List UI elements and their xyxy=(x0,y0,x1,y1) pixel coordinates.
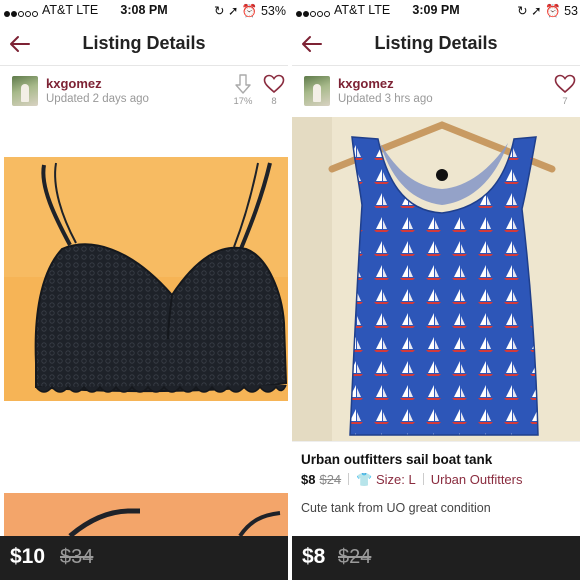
updated-time: Updated 3 hrs ago xyxy=(338,93,433,105)
meta-separator xyxy=(422,473,424,485)
page-title: Listing Details xyxy=(374,33,498,53)
listing-original-price: $24 xyxy=(319,472,342,487)
meta-separator xyxy=(348,473,350,485)
listing-photo-main[interactable] xyxy=(292,117,580,441)
status-right: ↻ ➚ ⏰ 53 xyxy=(517,3,578,19)
original-price: $34 xyxy=(60,546,94,568)
listing-details: Urban outfitters sail boat tank $8 $24 👕 S… xyxy=(292,441,580,537)
listing-price: $8 xyxy=(301,472,316,487)
price-drop-stat: 17% xyxy=(231,74,255,107)
tshirt-icon: 👕 xyxy=(356,472,373,487)
avatar[interactable] xyxy=(304,76,330,106)
listing-size[interactable]: Size: L xyxy=(376,472,416,487)
listing-description: Cute tank from UO great condition xyxy=(301,501,491,515)
nav-header: Listing Details xyxy=(0,22,288,66)
heart-icon[interactable] xyxy=(554,74,576,94)
lock-rotation-icon: ↻ xyxy=(517,4,528,18)
price-bar: $8 $24 xyxy=(292,536,580,580)
status-right: ↻ ➚ ⏰ 53% xyxy=(214,3,286,19)
original-price: $24 xyxy=(338,546,372,568)
heart-icon[interactable] xyxy=(263,74,285,94)
like-button[interactable]: 8 xyxy=(262,74,286,107)
alarm-icon: ⏰ xyxy=(241,4,258,18)
battery-percent: 53 xyxy=(564,4,578,18)
listing-photo-main[interactable] xyxy=(0,117,288,441)
like-button[interactable]: 7 xyxy=(553,74,577,107)
status-bar: AT&T LTE 3:09 PM ↻ ➚ ⏰ 53 xyxy=(292,0,580,22)
battery-percent: 53% xyxy=(260,4,286,18)
lock-rotation-icon: ↻ xyxy=(213,4,225,18)
seller-username[interactable]: kxgomez xyxy=(46,76,102,91)
seller-row: kxgomez Updated 3 hrs ago 7 xyxy=(292,67,580,117)
listing-brand[interactable]: Urban Outfitters xyxy=(431,472,523,487)
listing-title: Urban outfitters sail boat tank xyxy=(301,452,493,467)
price-drop-value: 17% xyxy=(233,96,253,107)
like-count: 8 xyxy=(271,96,277,107)
price-bar: $10 $34 xyxy=(0,536,288,580)
current-price: $8 xyxy=(302,545,326,568)
location-icon: ➚ xyxy=(531,4,542,18)
page-title: Listing Details xyxy=(82,33,206,53)
updated-time: Updated 2 days ago xyxy=(46,93,149,105)
location-icon: ➚ xyxy=(227,4,239,18)
listing-screen-right: AT&T LTE 3:09 PM ↻ ➚ ⏰ 53 Listing Detail… xyxy=(292,0,580,580)
avatar[interactable] xyxy=(12,76,38,106)
listing-screen-left: AT&T LTE 3:08 PM ↻ ➚ ⏰ 53% Listing Detai… xyxy=(0,0,288,580)
nav-header: Listing Details xyxy=(292,22,580,66)
seller-row: kxgomez Updated 2 days ago 17% 8 xyxy=(0,67,288,117)
alarm-icon: ⏰ xyxy=(545,4,561,18)
status-bar: AT&T LTE 3:08 PM ↻ ➚ ⏰ 53% xyxy=(0,0,288,22)
seller-username[interactable]: kxgomez xyxy=(338,76,394,91)
down-arrow-icon xyxy=(235,74,251,94)
listing-meta: $8 $24 👕 Size: L Urban Outfitters xyxy=(301,472,523,488)
listing-photo-secondary[interactable] xyxy=(0,441,288,536)
like-count: 7 xyxy=(562,96,568,107)
current-price: $10 xyxy=(10,545,46,568)
